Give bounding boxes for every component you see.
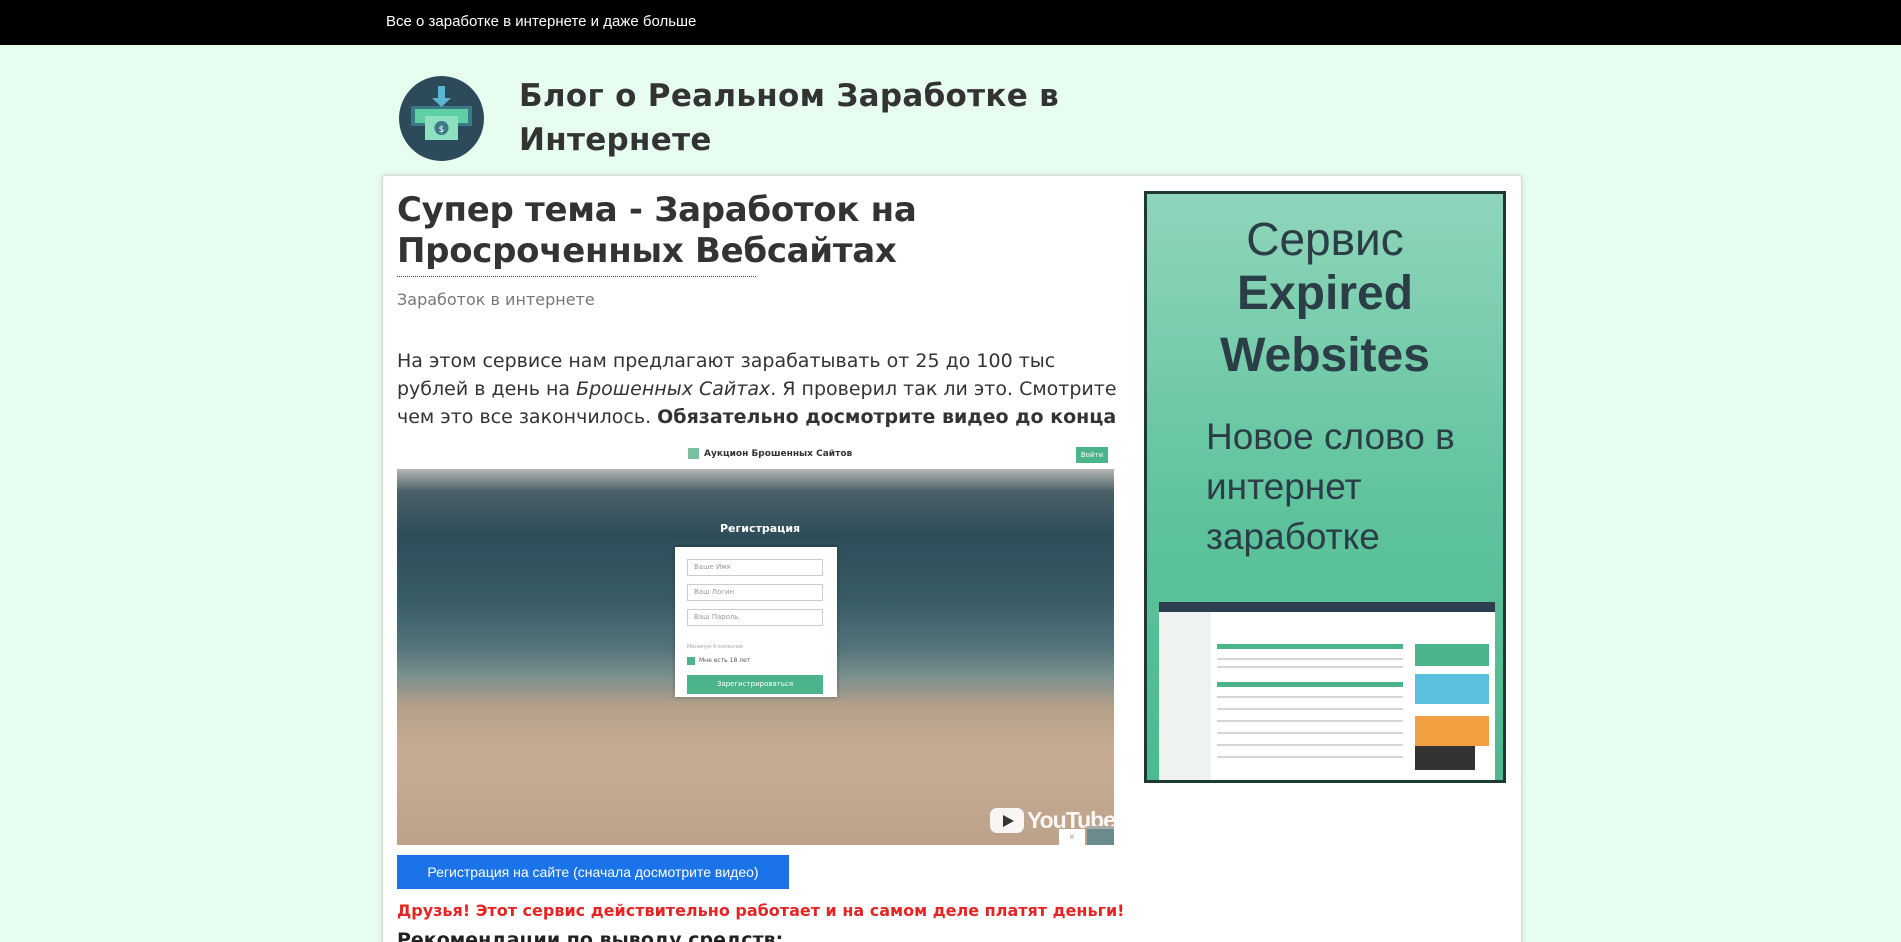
banner-dashboard-screenshot [1159,602,1495,780]
youtube-play-icon [990,808,1024,833]
screenshot-chart [1415,674,1489,704]
screenshot-line [1217,756,1403,758]
post-category-link[interactable]: Заработок в интернете [397,290,595,309]
screenshot-line [1217,744,1403,746]
screenshot-row [1217,644,1403,649]
screenshot-orange-panel [1415,716,1489,746]
screenshot-line [1217,732,1403,734]
video-form-heading: Регистрация [720,522,801,535]
site-title[interactable]: Блог о Реальном Заработке в Интернете [519,74,1079,162]
video-thumbnail[interactable] [1087,826,1114,845]
site-logo[interactable]: $ [399,76,484,161]
video-site-logo-icon [688,448,699,459]
banner-line-3: Websites [1220,329,1430,382]
screenshot-topbar [1159,602,1495,612]
intro-italic: Брошенных Сайтах [576,378,771,400]
video-age-label: Мне есть 18 лет [699,657,751,664]
banner-line-2: Expired [1236,267,1414,320]
video-site-name: Аукцион Брошенных Сайтов [704,449,853,459]
screenshot-dark-panel [1415,746,1475,770]
video-password-field: Ваш Пароль [687,609,823,626]
video-password-hint: Минимум 6 символов [687,644,743,650]
post-intro: На этом сервисе нам предлагают зарабатыв… [397,347,1117,431]
screenshot-line [1217,666,1403,668]
register-button[interactable]: Регистрация на сайте (сначала досмотрите… [397,855,789,889]
screenshot-line [1217,708,1403,710]
video-submit-button: Зарегистрироваться [687,675,823,694]
video-close-icon[interactable]: × [1059,829,1085,845]
video-name-field: Ваше Имя [687,559,823,576]
site-tagline: Все о заработке в интернете и даже больш… [386,13,697,30]
title-divider [397,276,756,277]
screenshot-line [1217,696,1403,698]
video-registration-form: Ваше Имя Ваш Логин Ваш Пароль Минимум 6 … [675,547,837,697]
banner-line-1: Сервис [1246,213,1404,265]
intro-bold: Обязательно досмотрите видео до конца [657,406,1117,428]
video-player[interactable]: Аукцион Брошенных Сайтов Войти Регистрац… [397,443,1114,845]
video-login-button: Войти [1076,447,1108,463]
screenshot-row [1217,682,1403,687]
money-download-icon: $ [411,86,472,140]
svg-text:$: $ [439,125,445,135]
withdrawal-subheading: Рекомендации по выводу средств: [397,929,784,942]
screenshot-sidebar [1159,612,1211,780]
video-age-checkbox [687,657,695,665]
screenshot-line [1217,658,1403,660]
notice-text: Друзья! Этот сервис действительно работа… [397,901,1125,920]
video-frame[interactable]: Регистрация Ваше Имя Ваш Логин Ваш Парол… [397,469,1114,845]
expired-websites-banner[interactable]: Сервис Expired Websites Новое слово в ин… [1144,191,1506,783]
video-login-field: Ваш Логин [687,584,823,601]
screenshot-line [1217,720,1403,722]
top-bar: Все о заработке в интернете и даже больш… [0,0,1901,45]
video-site-header: Аукцион Брошенных Сайтов Войти [397,443,1114,469]
post-title: Супер тема - Заработок на Просроченных В… [397,190,917,271]
screenshot-panel [1415,644,1489,666]
banner-subtitle: Новое слово в интернет заработке [1206,416,1455,557]
